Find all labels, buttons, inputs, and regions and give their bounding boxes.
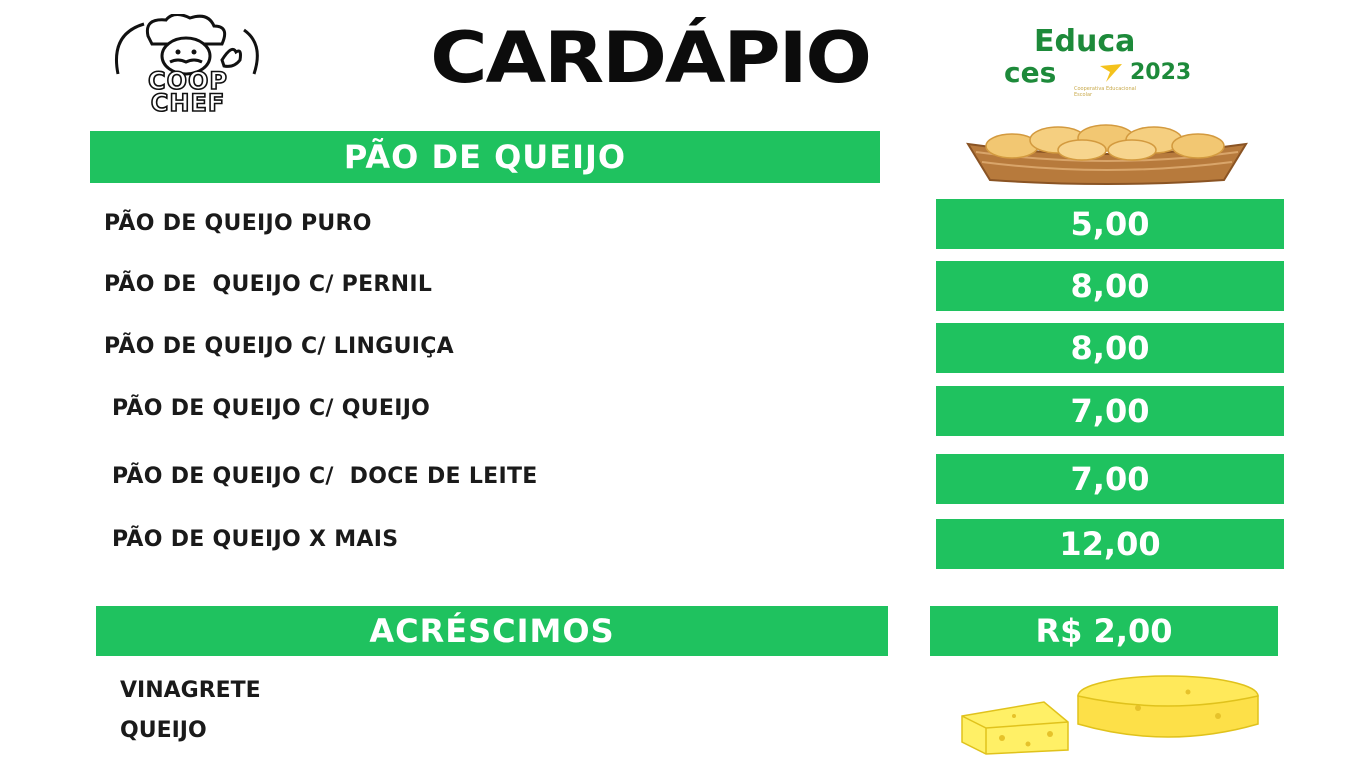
menu-item-name: PÃO DE QUEIJO C/ QUEIJO: [112, 396, 431, 421]
educaces-logo: Educa ces 2023 Cooperativa Educacional E…: [1000, 26, 1270, 106]
menu-item-name: PÃO DE QUEIJO C/ PERNIL: [104, 272, 433, 297]
section-title-bar: PÃO DE QUEIJO: [90, 131, 880, 183]
menu-item-name: PÃO DE QUEIJO C/ DOCE DE LEITE: [112, 464, 538, 489]
brand-year: 2023: [1130, 60, 1192, 85]
addon-item: QUEIJO: [120, 718, 207, 743]
menu-item-name: PÃO DE QUEIJO PURO: [104, 211, 372, 236]
cheese-image: [961, 675, 1259, 755]
logo-chef-text: CHEF: [150, 89, 226, 117]
addons-price: R$ 2,00: [930, 606, 1278, 656]
menu-item-price: 8,00: [936, 323, 1284, 373]
brand-educa: Educa: [1034, 24, 1136, 59]
menu-item-price: 7,00: [936, 386, 1284, 436]
menu-item-price: 12,00: [936, 519, 1284, 569]
menu-item-price: 7,00: [936, 454, 1284, 504]
addon-item: VINAGRETE: [120, 678, 261, 703]
addons-title-bar: ACRÉSCIMOS: [96, 606, 888, 656]
page-title: CARDÁPIO: [430, 17, 872, 99]
menu-item-name: PÃO DE QUEIJO C/ LINGUIÇA: [104, 334, 455, 359]
pao-de-queijo-basket-image: [966, 124, 1248, 185]
menu-item-price: 5,00: [936, 199, 1284, 249]
coop-chef-logo: COOP CHEF: [104, 13, 272, 117]
menu-item-price: 8,00: [936, 261, 1284, 311]
menu-item-name: PÃO DE QUEIJO X MAIS: [112, 527, 399, 552]
brand-tagline: Cooperativa Educacional Escolar: [1074, 86, 1137, 98]
arrow-icon: [1100, 64, 1122, 82]
brand-ces: ces: [1004, 56, 1057, 89]
